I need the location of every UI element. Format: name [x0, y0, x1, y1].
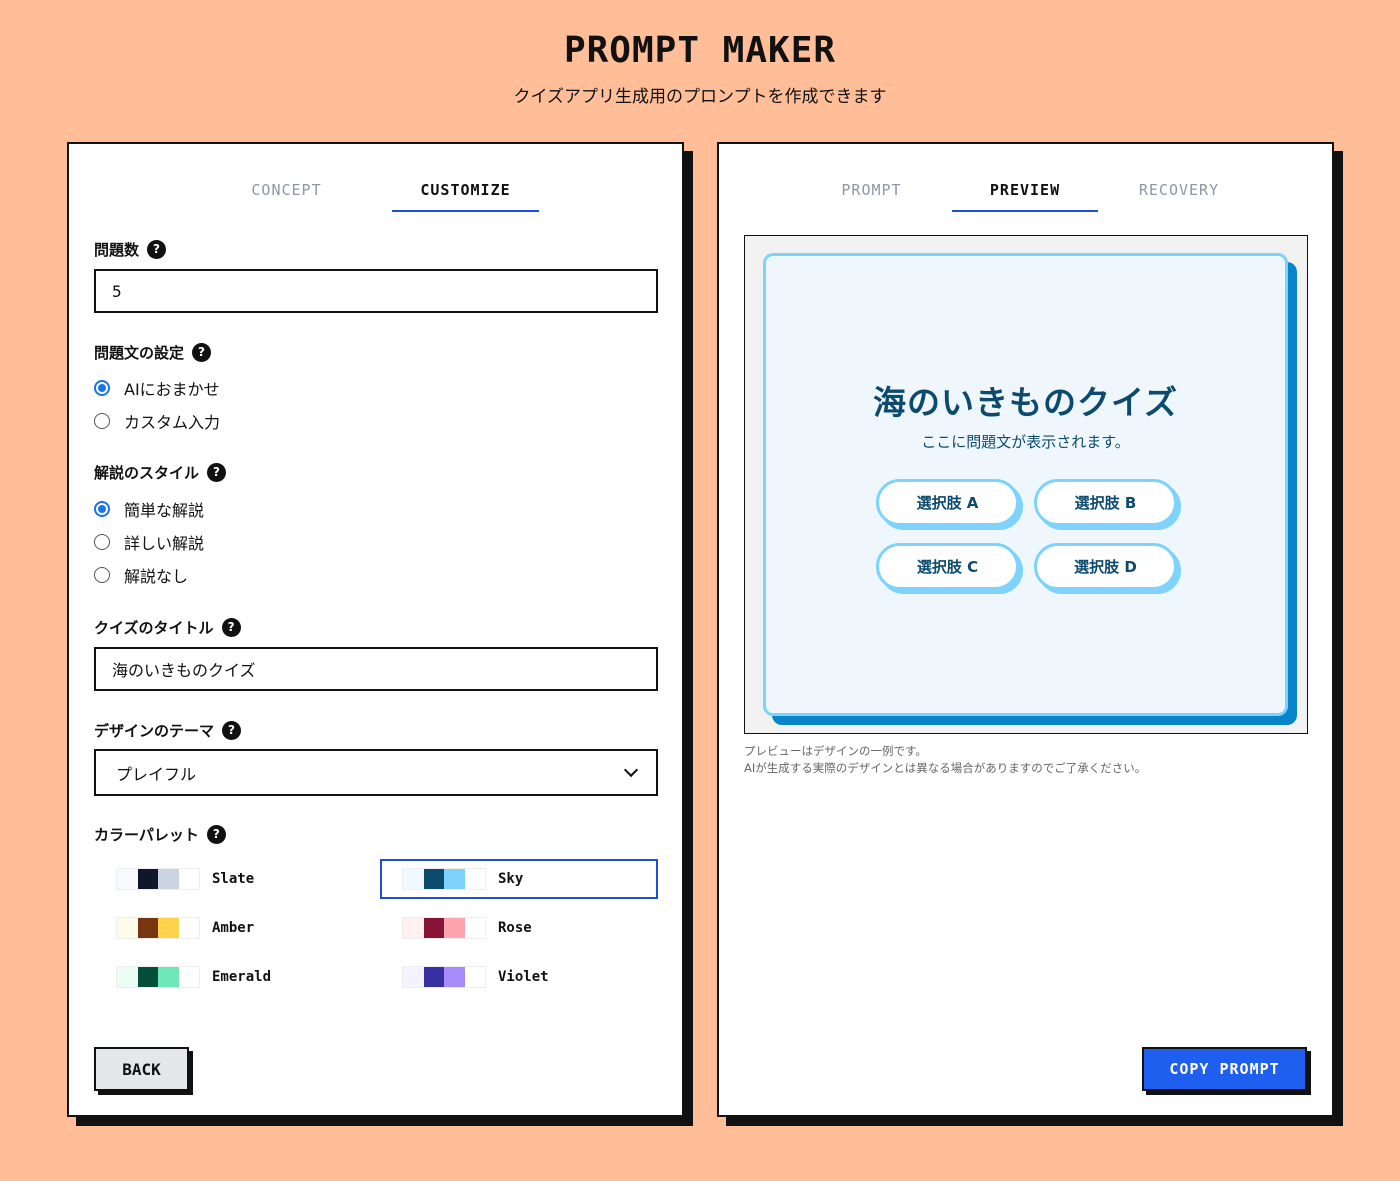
question-count-label: 問題数 ?	[94, 238, 167, 260]
palette-swatches	[116, 966, 200, 988]
radio-button-checked[interactable]	[94, 380, 110, 396]
quiz-preview-card: 海のいきものクイズ ここに問題文が表示されます。 選択肢 A 選択肢 B 選択肢…	[763, 253, 1288, 716]
choice-c-button[interactable]: 選択肢 C	[876, 543, 1019, 590]
question-text-setting-label-text: 問題文の設定	[94, 343, 185, 362]
radio-button[interactable]	[94, 567, 110, 583]
tab-customize[interactable]: CUSTOMIZE	[392, 180, 539, 212]
question-count-label-text: 問題数	[94, 240, 140, 259]
preview-frame: 海のいきものクイズ ここに問題文が表示されます。 選択肢 A 選択肢 B 選択肢…	[744, 235, 1308, 734]
quiz-preview-question: ここに問題文が表示されます。	[921, 433, 1130, 451]
color-palette-label-text: カラーパレット	[94, 825, 199, 844]
radio-label: 簡単な解説	[124, 501, 205, 520]
help-icon[interactable]: ?	[222, 720, 242, 740]
explanation-style-label: 解説のスタイル ?	[94, 461, 227, 483]
palette-swatches	[402, 966, 486, 988]
app-title: PROMPT MAKER	[563, 30, 837, 71]
radio-button[interactable]	[94, 534, 110, 550]
preview-panel: PROMPT PREVIEW RECOVERY 海のいきものクイズ ここに問題文…	[717, 142, 1334, 1117]
palette-name: Amber	[212, 920, 255, 936]
radio-simple-explanation[interactable]: 簡単な解説	[94, 498, 204, 520]
choice-d-button[interactable]: 選択肢 D	[1034, 543, 1177, 590]
palette-name: Violet	[498, 969, 549, 985]
help-icon[interactable]: ?	[147, 239, 167, 259]
tab-preview[interactable]: PREVIEW	[952, 180, 1098, 212]
app-subtitle: クイズアプリ生成用のプロンプトを作成できます	[513, 87, 887, 107]
palette-name: Slate	[212, 871, 255, 887]
radio-custom-input[interactable]: カスタム入力	[94, 410, 220, 432]
preview-disclaimer-line2: AIが生成する実際のデザインとは異なる場合がありますのでご了承ください。	[744, 761, 1147, 775]
copy-prompt-button[interactable]: COPY PROMPT	[1142, 1047, 1307, 1091]
palette-swatches	[402, 868, 486, 890]
help-icon[interactable]: ?	[221, 617, 241, 637]
quiz-preview-title: 海のいきものクイズ	[872, 383, 1178, 422]
radio-label: 解説なし	[124, 567, 189, 586]
radio-button[interactable]	[94, 413, 110, 429]
palette-option-emerald[interactable]: Emerald	[94, 957, 372, 997]
palette-name: Sky	[498, 871, 524, 887]
design-theme-label-text: デザインのテーマ	[94, 721, 215, 740]
customize-panel: CONCEPT CUSTOMIZE 問題数 ? 5 問題文の設定 ? AIにおま…	[67, 142, 684, 1117]
palette-swatches	[402, 917, 486, 939]
radio-label: カスタム入力	[124, 413, 221, 432]
radio-label: AIにおまかせ	[124, 380, 220, 399]
question-text-setting-label: 問題文の設定 ?	[94, 341, 212, 363]
radio-no-explanation[interactable]: 解説なし	[94, 564, 188, 586]
tab-prompt[interactable]: PROMPT	[824, 180, 919, 212]
palette-option-rose[interactable]: Rose	[380, 908, 658, 948]
left-tabs: CONCEPT CUSTOMIZE	[69, 180, 682, 212]
palette-option-violet[interactable]: Violet	[380, 957, 658, 997]
palette-option-amber[interactable]: Amber	[94, 908, 372, 948]
explanation-style-label-text: 解説のスタイル	[94, 463, 200, 482]
choice-b-button[interactable]: 選択肢 B	[1034, 479, 1177, 526]
palette-swatches	[116, 917, 200, 939]
design-theme-select[interactable]: プレイフル	[94, 749, 658, 796]
palette-swatches	[116, 868, 200, 890]
design-theme-value: プレイフル	[116, 764, 197, 784]
help-icon[interactable]: ?	[206, 824, 226, 844]
quiz-title-label: クイズのタイトル ?	[94, 616, 241, 638]
radio-detailed-explanation[interactable]: 詳しい解説	[94, 531, 204, 553]
radio-ai-auto[interactable]: AIにおまかせ	[94, 377, 220, 399]
radio-button-checked[interactable]	[94, 501, 110, 517]
help-icon[interactable]: ?	[207, 462, 227, 482]
design-theme-label: デザインのテーマ ?	[94, 719, 242, 741]
tab-concept[interactable]: CONCEPT	[239, 180, 334, 212]
chevron-down-icon	[623, 762, 639, 778]
palette-name: Rose	[498, 920, 532, 936]
palette-option-slate[interactable]: Slate	[94, 859, 372, 899]
color-palette-label: カラーパレット ?	[94, 823, 226, 845]
back-button[interactable]: BACK	[94, 1047, 189, 1091]
question-count-input[interactable]: 5	[94, 269, 658, 313]
radio-label: 詳しい解説	[124, 534, 205, 553]
right-tabs: PROMPT PREVIEW RECOVERY	[719, 180, 1332, 212]
palette-option-sky[interactable]: Sky	[380, 859, 658, 899]
quiz-title-label-text: クイズのタイトル	[94, 618, 214, 637]
preview-disclaimer: プレビューはデザインの一例です。 AIが生成する実際のデザインとは異なる場合があ…	[744, 743, 1146, 777]
palette-name: Emerald	[212, 969, 272, 985]
tab-recovery[interactable]: RECOVERY	[1124, 180, 1234, 212]
quiz-title-input[interactable]: 海のいきものクイズ	[94, 647, 658, 691]
choice-a-button[interactable]: 選択肢 A	[876, 479, 1019, 526]
help-icon[interactable]: ?	[192, 342, 212, 362]
preview-disclaimer-line1: プレビューはデザインの一例です。	[744, 744, 927, 758]
